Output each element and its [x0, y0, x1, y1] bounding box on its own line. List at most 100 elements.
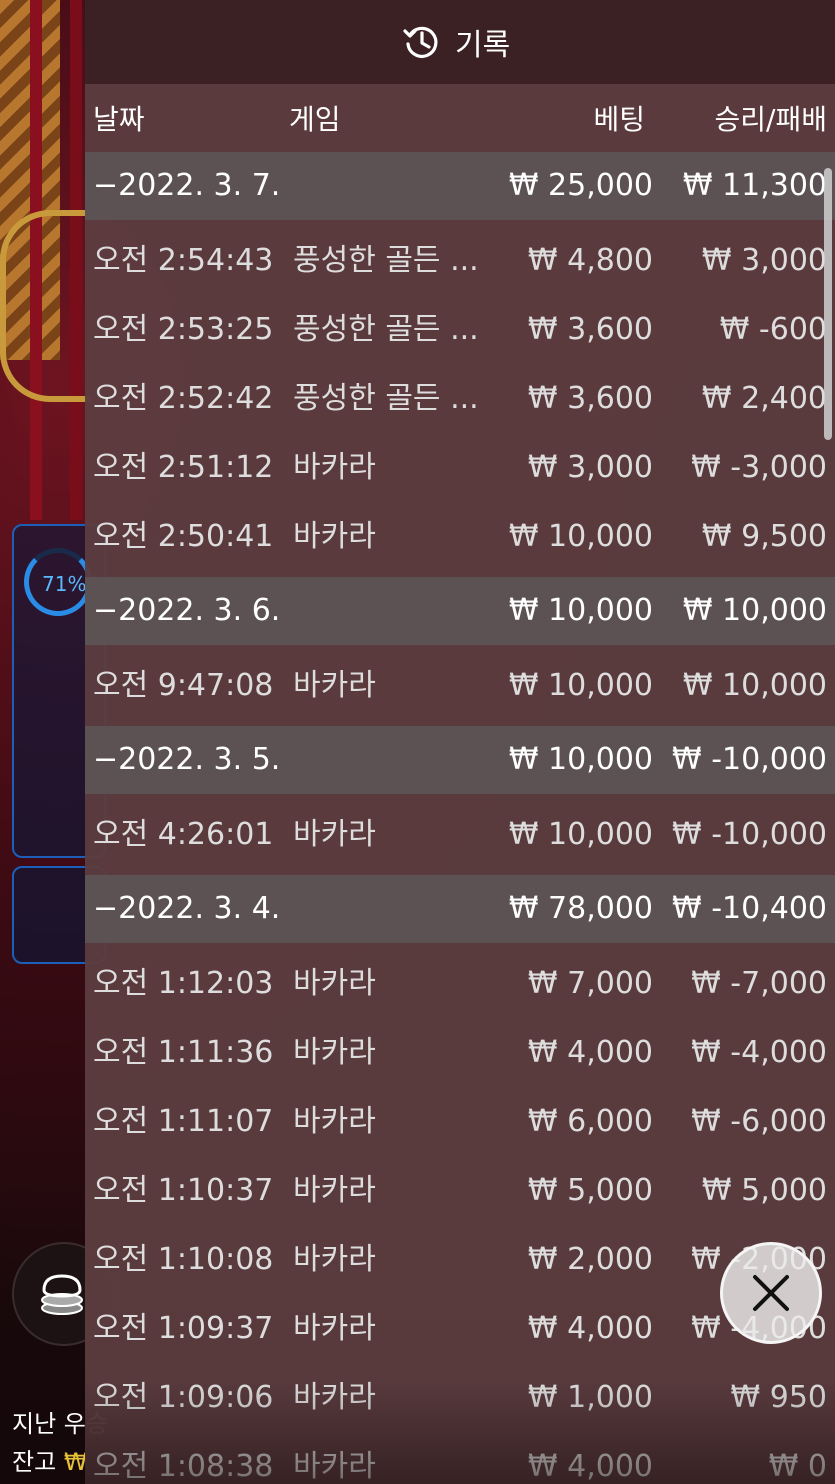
- history-row[interactable]: 오전 4:26:01 바카라 ₩ 10,000 ₩ -10,000: [85, 800, 835, 869]
- row-winloss: ₩ 10,000: [682, 668, 827, 703]
- row-winloss: ₩ 9,500: [701, 519, 827, 554]
- date-group-row[interactable]: −2022. 3. 4. ₩ 78,000 ₩ -10,400: [85, 875, 835, 943]
- history-row[interactable]: 오전 1:11:36 바카라 ₩ 4,000 ₩ -4,000: [85, 1018, 835, 1087]
- history-row[interactable]: 오전 2:50:41 바카라 ₩ 10,000 ₩ 9,500: [85, 502, 835, 571]
- group-date: −2022. 3. 7.: [93, 168, 281, 203]
- history-row[interactable]: 오전 9:47:08 바카라 ₩ 10,000 ₩ 10,000: [85, 651, 835, 720]
- history-icon: [403, 26, 438, 58]
- history-row[interactable]: 오전 1:12:03 바카라 ₩ 7,000 ₩ -7,000: [85, 949, 835, 1018]
- row-winloss: ₩ -3,000: [691, 450, 827, 485]
- group-bet-total: ₩ 10,000: [508, 742, 653, 777]
- row-bet: ₩ 10,000: [508, 668, 653, 703]
- row-game: 바카라: [293, 1380, 376, 1415]
- row-winloss: ₩ -600: [719, 312, 827, 347]
- row-game: 바카라: [293, 1311, 376, 1346]
- history-row[interactable]: 오전 1:10:37 바카라 ₩ 5,000 ₩ 5,000: [85, 1156, 835, 1225]
- group-date: −2022. 3. 6.: [93, 593, 281, 628]
- date-group-row[interactable]: −2022. 3. 7. ₩ 25,000 ₩ 11,300: [85, 152, 835, 220]
- row-game: 풍성한 골든 ...: [293, 312, 479, 347]
- row-bet: ₩ 10,000: [508, 519, 653, 554]
- row-winloss: ₩ 5,000: [701, 1173, 827, 1208]
- row-game: 풍성한 골든 ...: [293, 381, 479, 416]
- row-bet: ₩ 3,600: [527, 381, 653, 416]
- row-bet: ₩ 4,000: [527, 1311, 653, 1346]
- row-time: 오전 1:11:07: [93, 1104, 274, 1139]
- group-winloss-total: ₩ 10,000: [682, 593, 827, 628]
- row-bet: ₩ 6,000: [527, 1104, 653, 1139]
- row-game: 바카라: [293, 966, 376, 1001]
- row-winloss: ₩ -7,000: [691, 966, 827, 1001]
- row-bet: ₩ 3,600: [527, 312, 653, 347]
- row-game: 바카라: [293, 668, 376, 703]
- column-header-date: 날짜: [93, 103, 145, 136]
- history-row[interactable]: 오전 2:51:12 바카라 ₩ 3,000 ₩ -3,000: [85, 433, 835, 502]
- row-winloss: ₩ 950: [730, 1380, 827, 1415]
- date-group-row[interactable]: −2022. 3. 6. ₩ 10,000 ₩ 10,000: [85, 577, 835, 645]
- column-header-game: 게임: [289, 103, 341, 136]
- scrollbar[interactable]: [824, 168, 832, 440]
- balance-label: 잔고: [12, 1448, 57, 1476]
- row-game: 바카라: [293, 450, 376, 485]
- row-time: 오전 1:12:03: [93, 966, 274, 1001]
- panel-header: 기록: [85, 0, 835, 84]
- row-winloss: ₩ -6,000: [691, 1104, 827, 1139]
- row-bet: ₩ 4,000: [527, 1035, 653, 1070]
- group-winloss-total: ₩ -10,000: [672, 742, 827, 777]
- row-game: 바카라: [293, 1449, 376, 1484]
- panel-title-text: 기록: [455, 28, 511, 63]
- group-date: −2022. 3. 4.: [93, 891, 281, 926]
- row-time: 오전 1:08:38: [93, 1449, 274, 1484]
- history-row[interactable]: 오전 2:52:42 풍성한 골든 ... ₩ 3,600 ₩ 2,400: [85, 364, 835, 433]
- row-time: 오전 2:53:25: [93, 312, 274, 347]
- row-bet: ₩ 2,000: [527, 1242, 653, 1277]
- row-bet: ₩ 10,000: [508, 817, 653, 852]
- balance-currency: ₩: [63, 1448, 88, 1476]
- row-game: 바카라: [293, 1242, 376, 1277]
- row-game: 바카라: [293, 519, 376, 554]
- close-button[interactable]: [720, 1242, 822, 1344]
- row-bet: ₩ 4,800: [527, 243, 653, 278]
- row-time: 오전 2:54:43: [93, 243, 274, 278]
- group-bet-total: ₩ 78,000: [508, 891, 653, 926]
- row-bet: ₩ 3,000: [527, 450, 653, 485]
- group-bet-total: ₩ 25,000: [508, 168, 653, 203]
- column-header-bet: 베팅: [593, 103, 645, 136]
- close-icon: [753, 1275, 789, 1311]
- row-time: 오전 2:50:41: [93, 519, 274, 554]
- group-winloss-total: ₩ 11,300: [682, 168, 827, 203]
- group-winloss-total: ₩ -10,400: [672, 891, 827, 926]
- row-bet: ₩ 1,000: [527, 1380, 653, 1415]
- dragon-decoration: [0, 210, 91, 402]
- date-group-row[interactable]: −2022. 3. 5. ₩ 10,000 ₩ -10,000: [85, 726, 835, 794]
- history-row[interactable]: 오전 1:11:07 바카라 ₩ 6,000 ₩ -6,000: [85, 1087, 835, 1156]
- group-bet-total: ₩ 10,000: [508, 593, 653, 628]
- row-game: 풍성한 골든 ...: [293, 243, 479, 278]
- history-panel: 기록 날짜 게임 베팅 승리/패배 −2022. 3. 7. ₩ 25,000 ₩ …: [85, 0, 835, 1484]
- column-header-winloss: 승리/패배: [714, 103, 827, 136]
- history-row[interactable]: 오전 1:09:06 바카라 ₩ 1,000 ₩ 950: [85, 1363, 835, 1432]
- row-time: 오전 4:26:01: [93, 817, 274, 852]
- row-winloss: ₩ 2,400: [701, 381, 827, 416]
- row-game: 바카라: [293, 1173, 376, 1208]
- progress-text: 71%: [42, 572, 87, 596]
- history-row[interactable]: 오전 2:53:25 풍성한 골든 ... ₩ 3,600 ₩ -600: [85, 295, 835, 364]
- history-row[interactable]: 오전 2:54:43 풍성한 골든 ... ₩ 4,800 ₩ 3,000: [85, 226, 835, 295]
- group-date: −2022. 3. 5.: [93, 742, 281, 777]
- row-game: 바카라: [293, 817, 376, 852]
- row-bet: ₩ 5,000: [527, 1173, 653, 1208]
- row-time: 오전 9:47:08: [93, 668, 274, 703]
- history-row[interactable]: 오전 1:08:38 바카라 ₩ 4,000 ₩ 0: [85, 1432, 835, 1484]
- row-winloss: ₩ 0: [768, 1449, 827, 1484]
- balance-row: 잔고 ₩: [12, 1442, 88, 1477]
- row-winloss: ₩ -4,000: [691, 1035, 827, 1070]
- row-time: 오전 1:09:06: [93, 1380, 274, 1415]
- row-time: 오전 1:10:37: [93, 1173, 274, 1208]
- row-time: 오전 2:51:12: [93, 450, 274, 485]
- row-time: 오전 1:09:37: [93, 1311, 274, 1346]
- panel-title: 기록: [403, 22, 511, 63]
- row-winloss: ₩ -10,000: [672, 817, 827, 852]
- row-bet: ₩ 4,000: [527, 1449, 653, 1484]
- row-time: 오전 1:10:08: [93, 1242, 274, 1277]
- row-game: 바카라: [293, 1035, 376, 1070]
- row-time: 오전 2:52:42: [93, 381, 274, 416]
